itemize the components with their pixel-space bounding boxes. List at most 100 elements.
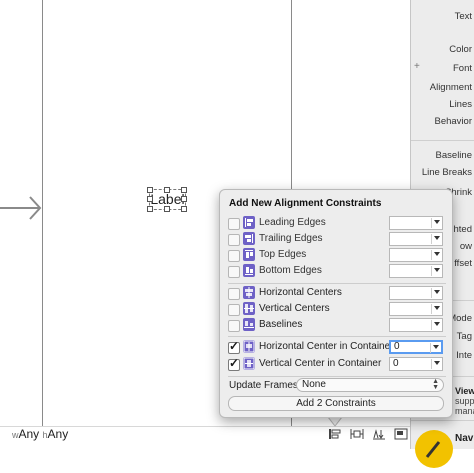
inspector-label-lines: Lines [449, 99, 472, 110]
inspector-label-color: Color [449, 44, 472, 55]
popover-divider [228, 283, 446, 284]
vertical-center-in-container-label: Vertical Center in Container [259, 358, 382, 369]
combo-value: 0 [394, 341, 400, 352]
horizontal-center-in-container-checkbox[interactable] [228, 339, 240, 354]
constraint-row-leading-edges[interactable]: Leading Edges [228, 216, 446, 232]
leading-edges-checkbox[interactable] [228, 218, 240, 230]
horizontal-centers-value-combo[interactable] [389, 286, 443, 300]
bottom-edges-icon [243, 264, 255, 277]
library-item-view[interactable]: View supp mana [455, 386, 474, 416]
chevron-down-icon [434, 322, 440, 326]
leading-edges-icon [243, 216, 255, 229]
resize-handle-b[interactable] [164, 206, 170, 212]
up-down-arrows-icon: ▲ ▼ [432, 378, 439, 391]
bottom-edges-checkbox[interactable] [228, 266, 240, 278]
chevron-down-icon [434, 290, 440, 294]
baselines-label: Baselines [259, 319, 303, 330]
align-icon [329, 429, 341, 439]
label-view-text: Label [150, 191, 185, 207]
resize-handle-tl[interactable] [147, 187, 153, 193]
size-class-button[interactable]: wAny hAny [12, 427, 68, 441]
trailing-edges-icon [243, 232, 255, 245]
inspector-label-interaction: Inte [456, 350, 472, 361]
chevron-down-icon [434, 306, 440, 310]
leading-edges-value-combo[interactable] [389, 216, 443, 230]
update-frames-value: None [302, 379, 326, 390]
resize-handle-r[interactable] [181, 196, 187, 202]
vertical-center-in-container-icon [243, 357, 255, 370]
update-frames-select[interactable]: None ▲ ▼ [296, 378, 444, 392]
initial-controller-arrow-icon [0, 196, 42, 220]
update-frames-label: Update Frames [229, 380, 298, 391]
resizing-behavior-button[interactable] [393, 427, 409, 441]
vertical-center-in-container-value-combo[interactable]: 0 [389, 357, 443, 371]
top-edges-icon [243, 248, 255, 261]
inspector-label-highlighted: hted [453, 224, 473, 235]
constraint-row-top-edges[interactable]: Top Edges [228, 248, 446, 264]
constraint-row-horizontal-center-in-container[interactable]: Horizontal Center in Container 0 [228, 339, 446, 356]
constraint-row-vertical-centers[interactable]: Vertical Centers [228, 302, 446, 318]
horizontal-center-in-container-icon [243, 340, 255, 353]
constraint-row-trailing-edges[interactable]: Trailing Edges [228, 232, 446, 248]
horizontal-centers-label: Horizontal Centers [259, 287, 342, 298]
popover-title: Add New Alignment Constraints [229, 198, 382, 209]
add-constraints-button[interactable]: Add 2 Constraints [228, 396, 444, 411]
add-alignment-constraints-popover: Add New Alignment Constraints Leading Ed… [219, 189, 453, 418]
trailing-edges-label: Trailing Edges [259, 233, 323, 244]
vertical-centers-checkbox[interactable] [228, 304, 240, 316]
autolayout-toolbar [327, 427, 409, 441]
resize-handle-bl[interactable] [147, 206, 153, 212]
baselines-checkbox[interactable] [228, 320, 240, 332]
size-class-h-value: Any [47, 427, 69, 441]
inspector-divider [411, 140, 474, 141]
trailing-edges-checkbox[interactable] [228, 234, 240, 246]
bottom-edges-value-combo[interactable] [389, 264, 443, 278]
constraint-row-vertical-center-in-container[interactable]: Vertical Center in Container 0 [228, 356, 446, 373]
navigation-controller-icon[interactable] [415, 430, 453, 468]
resize-handle-t[interactable] [164, 187, 170, 193]
top-edges-value-combo[interactable] [389, 248, 443, 262]
library-item-desc: mana [455, 406, 474, 416]
chevron-down-icon [434, 361, 440, 365]
align-button[interactable] [327, 427, 343, 441]
vertical-centers-value-combo[interactable] [389, 302, 443, 316]
constraint-row-horizontal-centers[interactable]: Horizontal Centers [228, 286, 446, 302]
inspector-label-font: Font [452, 63, 472, 74]
trailing-edges-value-combo[interactable] [389, 232, 443, 246]
inspector-label-text: Text [454, 11, 472, 22]
horizontal-center-in-container-value-combo[interactable]: 0 [389, 340, 443, 354]
vertical-centers-label: Vertical Centers [259, 303, 330, 314]
popover-divider [228, 336, 446, 337]
library-item-desc: supp [455, 396, 474, 406]
top-edges-checkbox[interactable] [228, 250, 240, 262]
resize-handle-l[interactable] [147, 196, 153, 202]
resize-handle-tr[interactable] [181, 187, 187, 193]
top-edges-label: Top Edges [259, 249, 307, 260]
vertical-center-in-container-checkbox[interactable] [228, 356, 240, 371]
pencil-icon [425, 441, 441, 458]
baselines-value-combo[interactable] [389, 318, 443, 332]
popover-tail [328, 417, 342, 427]
constraint-row-baselines[interactable]: Baselines [228, 318, 446, 334]
pin-button[interactable] [349, 427, 365, 441]
horizontal-centers-icon [243, 286, 255, 299]
resolve-issues-icon [373, 429, 385, 440]
chevron-down-icon [434, 252, 440, 256]
size-class-w-value: Any [18, 427, 40, 441]
constraint-row-bottom-edges[interactable]: Bottom Edges [228, 264, 446, 280]
library-item-title: Navi [455, 433, 474, 444]
bottom-edges-label: Bottom Edges [259, 265, 322, 276]
popover-divider [228, 376, 446, 377]
resolve-issues-button[interactable] [371, 427, 387, 441]
resizing-behavior-icon [394, 428, 408, 440]
inspector-label-alignment: Alignment [429, 82, 472, 93]
font-plus-icon[interactable]: + [414, 61, 420, 72]
library-item-title: View [455, 386, 474, 396]
inspector-divider [411, 420, 474, 421]
resize-handle-br[interactable] [181, 206, 187, 212]
horizontal-center-in-container-label: Horizontal Center in Container [259, 341, 394, 352]
inspector-label-shadow-offset: ffset [454, 258, 472, 269]
pin-icon [350, 429, 364, 439]
inspector-label-shadow: ow [459, 241, 472, 252]
horizontal-centers-checkbox[interactable] [228, 288, 240, 300]
